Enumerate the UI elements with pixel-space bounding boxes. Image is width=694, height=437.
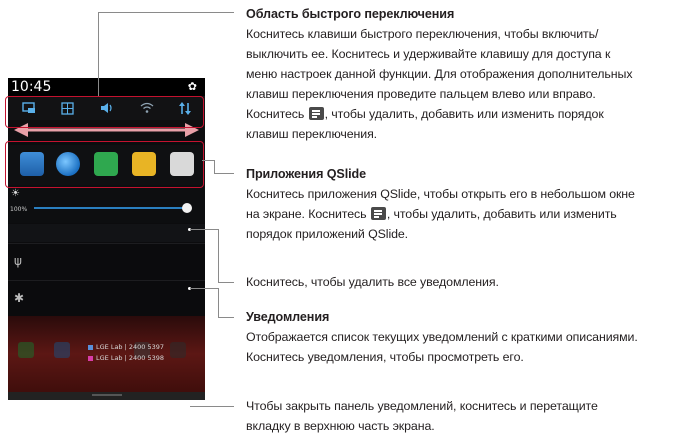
brightness-slider-knob[interactable] [182, 203, 192, 213]
quick-settings-line-3: меню настроек данной функции. Для отобра… [246, 67, 633, 81]
clear-line-1: Коснитесь, чтобы удалить все уведомления… [246, 275, 499, 289]
brightness-control: ☀ 100% [8, 185, 205, 223]
qslide-line-2: на экране. Коснитесь , чтобы удалить, до… [246, 207, 617, 221]
callout-line-notif-c [218, 317, 234, 318]
notifications-title: Уведомления [246, 310, 330, 324]
clear-notifications-bar[interactable] [8, 224, 205, 242]
callout-line-quick-v [98, 12, 99, 96]
notifications-section: Уведомления Отображается список текущих … [246, 307, 690, 367]
lge-number-1: 2400 5397 [128, 343, 165, 351]
callout-line-qslide-b [214, 160, 215, 174]
quick-settings-line-1: Коснитесь клавиши быстрого переключения,… [246, 27, 599, 41]
quick-settings-line-5-after: чтобы удалить, добавить или изменить пор… [331, 107, 604, 121]
callout-line-clear-c [218, 282, 234, 283]
quick-settings-line-5: Коснитесь , чтобы удалить, добавить или … [246, 107, 604, 121]
android-debug-icon: ✱ [14, 291, 25, 305]
edit-list-icon [308, 107, 324, 120]
brightness-percent: 100% [10, 206, 28, 213]
lge-notification-1: LGE Lab | 2400 5397 [88, 343, 164, 351]
status-clock: 10:45 [11, 79, 52, 95]
quick-settings-callout-box [5, 96, 204, 128]
quick-settings-line-4: клавиш переключения проведите пальцем вл… [246, 87, 596, 101]
wallpaper-phone-icon [18, 342, 34, 358]
home-wallpaper: LGE Lab | 2400 5397 LGE Lab | 2400 5398 [8, 316, 205, 400]
qslide-line-3: порядок приложений QSlide. [246, 227, 409, 241]
panel-drag-handle[interactable] [92, 394, 122, 396]
quick-settings-line-6: клавиш переключения. [246, 127, 378, 141]
lge-notification-2: LGE Lab | 2400 5398 [88, 354, 164, 362]
qslide-callout-box [5, 141, 204, 188]
quick-settings-line-5-before: Коснитесь [246, 107, 305, 121]
close-line-2: вкладку в верхнюю часть экрана. [246, 419, 435, 433]
callout-line-clear-a [190, 229, 218, 230]
quick-settings-title: Область быстрого переключения [246, 7, 455, 21]
clear-section: Коснитесь, чтобы удалить все уведомления… [246, 272, 690, 292]
usb-icon: ψ [14, 254, 22, 268]
callout-line-close [190, 406, 234, 407]
lge-number-2: 2400 5398 [128, 354, 165, 362]
callout-line-qslide-c [214, 173, 234, 174]
lge-title-2: LGE Lab [96, 354, 123, 362]
wallpaper-grid-icon [170, 342, 186, 358]
quick-settings-line-2: выключить ее. Коснитесь и удерживайте кл… [246, 47, 611, 61]
qslide-title: Приложения QSlide [246, 167, 367, 181]
lge-title-1: LGE Lab [96, 343, 123, 351]
status-bar: 10:45 ✿ [8, 78, 205, 96]
qslide-line-1: Коснитесь приложения QSlide, чтобы откры… [246, 187, 635, 201]
close-line-1: Чтобы закрыть панель уведомлений, коснит… [246, 399, 598, 413]
callout-line-clear-b [218, 229, 219, 282]
callout-line-quick-h [98, 12, 234, 13]
qslide-line-2-before: на экране. Коснитесь [246, 207, 367, 221]
edit-list-icon [370, 207, 386, 220]
notifications-line-2: Коснитесь уведомления, чтобы просмотреть… [246, 350, 524, 364]
lge-pink-square-icon [88, 355, 93, 361]
notification-debug[interactable]: ✱ [8, 280, 205, 317]
wallpaper-contacts-icon [54, 342, 70, 358]
qslide-section: Приложения QSlide Коснитесь приложения Q… [246, 164, 690, 244]
qslide-line-2-after: чтобы удалить, добавить или изменить [393, 207, 617, 221]
callout-line-notif-a [190, 288, 218, 289]
callout-line-qslide-a [202, 160, 214, 161]
lge-blue-square-icon [88, 344, 93, 350]
close-section: Чтобы закрыть панель уведомлений, коснит… [246, 396, 690, 436]
brightness-track[interactable] [34, 207, 186, 209]
brightness-sun-icon: ☀ [11, 188, 20, 199]
quick-settings-section: Область быстрого переключения Коснитесь … [246, 4, 690, 144]
settings-gear-icon[interactable]: ✿ [188, 79, 197, 95]
notifications-line-1: Отображается список текущих уведомлений … [246, 330, 638, 344]
notification-usb[interactable]: ψ [8, 243, 205, 280]
callout-line-notif-b [218, 288, 219, 317]
